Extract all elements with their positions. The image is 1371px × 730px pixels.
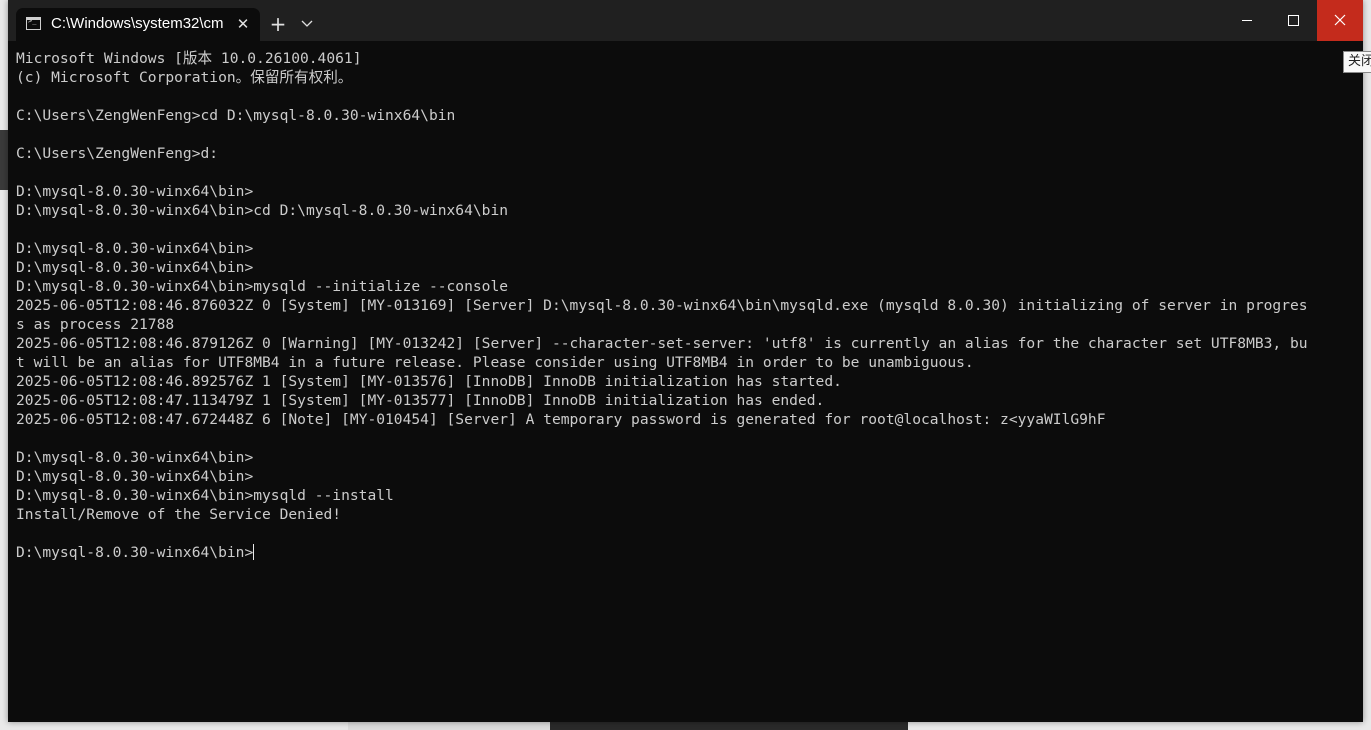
terminal-line: 2025-06-05T12:08:47.113479Z 1 [System] [… <box>16 392 825 409</box>
close-window-button[interactable] <box>1317 0 1363 41</box>
terminal-line: D:\mysql-8.0.30-winx64\bin> <box>16 544 255 561</box>
plus-icon[interactable]: + <box>267 12 289 36</box>
terminal-line: 2025-06-05T12:08:46.876032Z 0 [System] [… <box>16 297 1308 314</box>
terminal-line: D:\mysql-8.0.30-winx64\bin>cd D:\mysql-8… <box>16 202 509 219</box>
minimize-icon <box>1242 20 1252 21</box>
terminal-line: C:\Users\ZengWenFeng>cd D:\mysql-8.0.30-… <box>16 107 456 124</box>
minimize-button[interactable] <box>1224 0 1270 41</box>
terminal-line: D:\mysql-8.0.30-winx64\bin> <box>16 449 254 466</box>
terminal-line: D:\mysql-8.0.30-winx64\bin> <box>16 183 254 200</box>
terminal-line: C:\Users\ZengWenFeng>d: <box>16 145 219 162</box>
background-app-fragment <box>0 130 8 190</box>
terminal-line: Install/Remove of the Service Denied! <box>16 506 342 523</box>
terminal-line: Microsoft Windows [版本 10.0.26100.4061] <box>16 50 362 67</box>
terminal-line: D:\mysql-8.0.30-winx64\bin> <box>16 468 254 485</box>
terminal-line: D:\mysql-8.0.30-winx64\bin> <box>16 240 254 257</box>
text-cursor <box>253 544 255 560</box>
terminal-line: (c) Microsoft Corporation。保留所有权利。 <box>16 69 353 86</box>
chevron-down-icon[interactable] <box>298 12 316 36</box>
cmd-icon <box>26 17 41 30</box>
tab-cmd[interactable]: C:\Windows\system32\cmd.exe ✕ <box>16 8 260 41</box>
background-window-fragment <box>550 722 908 730</box>
terminal-line: t will be an alias for UTF8MB4 in a futu… <box>16 354 974 371</box>
title-bar[interactable]: C:\Windows\system32\cmd.exe ✕ + <box>8 0 1363 41</box>
terminal-line: 2025-06-05T12:08:46.892576Z 1 [System] [… <box>16 373 842 390</box>
terminal-line: 2025-06-05T12:08:47.672448Z 6 [Note] [MY… <box>16 411 1106 428</box>
maximize-button[interactable] <box>1270 0 1316 41</box>
terminal-line: 2025-06-05T12:08:46.879126Z 0 [Warning] … <box>16 335 1308 352</box>
terminal-line: D:\mysql-8.0.30-winx64\bin>mysqld --inst… <box>16 487 394 504</box>
close-tooltip: 关闭 <box>1343 51 1371 73</box>
maximize-icon <box>1288 15 1299 26</box>
terminal-window: C:\Windows\system32\cmd.exe ✕ + Microsof… <box>8 0 1363 722</box>
terminal-line: D:\mysql-8.0.30-winx64\bin>mysqld --init… <box>16 278 509 295</box>
terminal-output[interactable]: Microsoft Windows [版本 10.0.26100.4061] (c… <box>16 49 1351 562</box>
tab-title: C:\Windows\system32\cmd.exe <box>51 15 223 32</box>
close-icon[interactable]: ✕ <box>233 14 253 34</box>
terminal-line: s as process 21788 <box>16 316 175 333</box>
terminal-line: D:\mysql-8.0.30-winx64\bin> <box>16 259 254 276</box>
close-window-icon <box>1334 14 1346 26</box>
